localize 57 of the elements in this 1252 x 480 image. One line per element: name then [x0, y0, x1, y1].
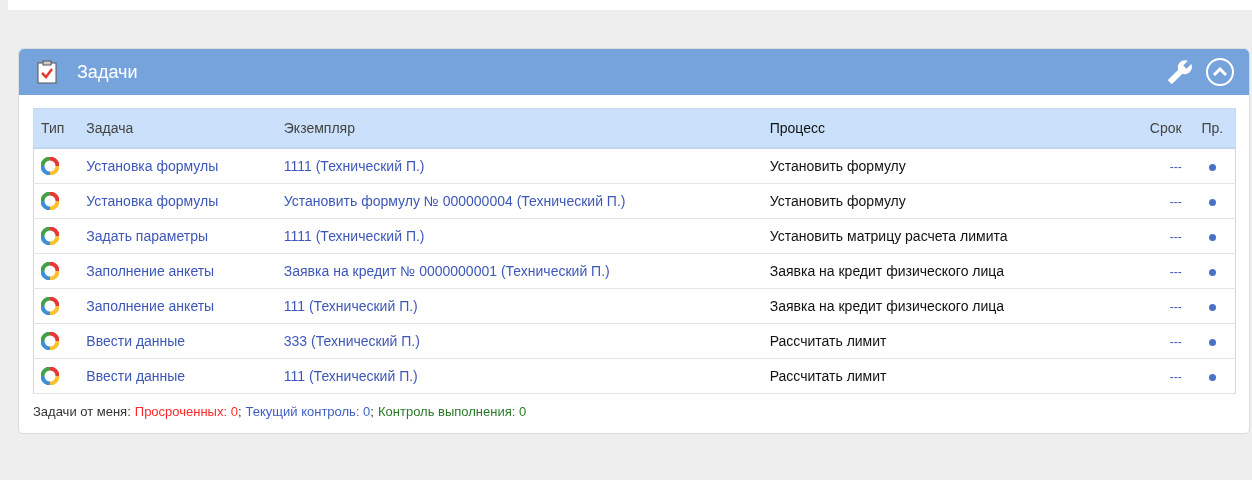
- task-link[interactable]: Задать параметры: [86, 228, 208, 244]
- ring-icon: [41, 192, 59, 210]
- instance-link[interactable]: Установить формулу № 000000004 (Технический П.): [283, 193, 626, 209]
- priority-dot: [1208, 304, 1216, 311]
- process-name: Установить матрицу расчета лимита: [769, 228, 1008, 244]
- process-name: Установить формулу: [769, 193, 906, 209]
- ring-icon: [41, 227, 59, 245]
- ring-icon: [41, 297, 59, 315]
- separator: ;: [237, 404, 242, 419]
- settings-icon[interactable]: [1167, 59, 1193, 85]
- process-name: Рассчитать лимит: [769, 333, 887, 349]
- ring-icon: [41, 367, 59, 385]
- column-header: Процесс: [765, 108, 1110, 148]
- clipboard-check-icon: [37, 60, 57, 84]
- process-name: Заявка на кредит физического лица: [769, 263, 1005, 279]
- column-header: Тип: [33, 108, 83, 148]
- due-date: ---: [1169, 230, 1182, 244]
- due-date: ---: [1169, 195, 1182, 209]
- due-date: ---: [1169, 370, 1182, 384]
- instance-link[interactable]: 333 (Технический П.): [283, 333, 420, 349]
- separator: ;: [370, 404, 374, 419]
- footer-stat: Просроченных: 0: [134, 404, 238, 419]
- task-link[interactable]: Ввести данные: [86, 333, 186, 349]
- column-header: Пр.: [1189, 108, 1236, 148]
- due-date: ---: [1169, 300, 1182, 314]
- priority-dot: [1208, 199, 1216, 206]
- ring-icon: [41, 157, 59, 175]
- instance-link[interactable]: Заявка на кредит № 0000000001 (Технический П.): [283, 263, 610, 279]
- instance-link[interactable]: 111 (Технический П.): [283, 368, 418, 384]
- ring-icon: [41, 332, 59, 350]
- instance-link[interactable]: 111 (Технический П.): [283, 298, 418, 314]
- footer-stat: Контроль выполнения: 0: [377, 404, 527, 419]
- column-header: Задача: [82, 108, 280, 148]
- instance-link[interactable]: 1111 (Технический П.): [283, 228, 425, 244]
- due-date: ---: [1169, 160, 1182, 174]
- task-link[interactable]: Заполнение анкеты: [86, 263, 215, 279]
- priority-dot: [1208, 164, 1216, 171]
- ring-icon: [41, 262, 59, 280]
- priority-dot: [1208, 339, 1216, 346]
- process-name: Заявка на кредит физического лица: [769, 298, 1005, 314]
- task-link[interactable]: Ввести данные: [86, 368, 186, 384]
- process-name: Установить формулу: [769, 158, 906, 174]
- task-link[interactable]: Установка формулы: [86, 193, 219, 209]
- due-date: ---: [1169, 265, 1182, 279]
- column-header: Экземпляр: [279, 108, 766, 148]
- task-link[interactable]: Заполнение анкеты: [86, 298, 215, 314]
- task-link[interactable]: Установка формулы: [86, 158, 219, 174]
- process-name: Рассчитать лимит: [769, 368, 887, 384]
- priority-dot: [1208, 374, 1216, 381]
- column-header: Срок: [1109, 108, 1190, 148]
- instance-link[interactable]: 1111 (Технический П.): [283, 158, 425, 174]
- priority-dot: [1208, 234, 1216, 241]
- due-date: ---: [1169, 335, 1182, 349]
- panel-title: Задачи: [77, 61, 138, 83]
- footer-stat: Задачи от меня:: [33, 404, 131, 419]
- collapse-icon[interactable]: [1205, 57, 1235, 87]
- priority-dot: [1208, 269, 1216, 276]
